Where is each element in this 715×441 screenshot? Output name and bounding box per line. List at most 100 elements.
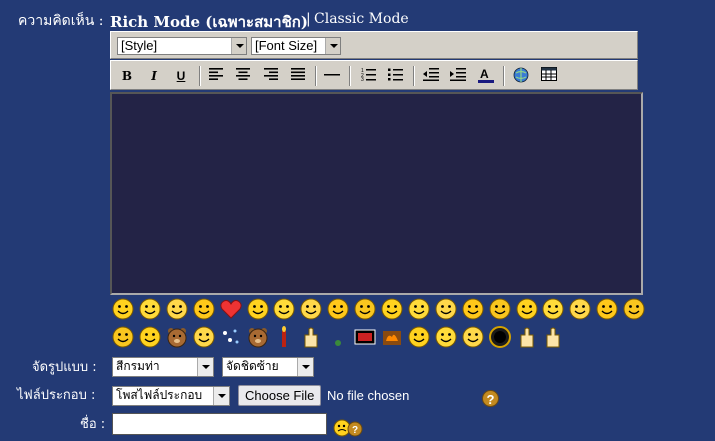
wink-icon[interactable] [326,297,350,321]
insert-table-button[interactable] [539,67,559,85]
dot-icon[interactable] [326,325,350,349]
font-size-select-value: [Font Size] [255,38,318,53]
font-size-select[interactable]: [Font Size] [251,37,341,55]
align-right-button[interactable] [261,67,281,85]
hand-icon[interactable] [299,325,323,349]
mode-separator: | [306,11,311,27]
toolbar-divider [349,66,351,86]
text-color-icon: A [478,67,494,83]
outdent-icon [423,68,439,81]
kiss-icon[interactable] [138,325,162,349]
cool-icon[interactable] [353,297,377,321]
chevron-down-icon [231,38,246,54]
grin-icon[interactable] [272,297,296,321]
globe-link-icon [513,67,529,83]
toolbar-divider [413,66,415,86]
horizontal-rule-icon [324,74,340,76]
toolbar-row-1: [Style] [Font Size] [110,31,638,59]
text-color-button[interactable]: A [476,67,496,85]
insert-link-button[interactable] [511,67,531,85]
tired-icon[interactable] [568,297,592,321]
ring-icon[interactable] [488,325,512,349]
thumbs-icon[interactable] [515,297,539,321]
font-color-select[interactable]: สีกรมท่า [112,357,214,377]
happy-icon[interactable] [299,297,323,321]
sweat-icon[interactable] [541,297,565,321]
sleep-icon[interactable] [488,297,512,321]
heart-icon[interactable] [219,297,243,321]
alignment-select-value: จัดชิดซ้าย [226,359,279,373]
laugh-icon[interactable] [246,297,270,321]
cat-icon[interactable] [595,297,619,321]
ordered-list-icon: 123 [361,68,376,83]
sparkle-icon[interactable] [219,325,243,349]
indent-icon [450,68,466,81]
ordered-list-button[interactable]: 123 [359,67,379,85]
chevron-down-icon [213,387,229,405]
beam-icon[interactable] [380,297,404,321]
tv-icon[interactable] [353,325,377,349]
file-status-text: No file chosen [327,388,410,403]
unordered-list-button[interactable] [386,67,406,85]
lol-icon[interactable] [461,325,485,349]
dance-icon[interactable] [407,297,431,321]
attach-type-select-value: โพสไฟล์ประกอบ [116,388,203,402]
alignment-select[interactable]: จัดชิดซ้าย [222,357,314,377]
choose-file-button[interactable]: Choose File [238,385,322,406]
classic-mode-link[interactable]: Classic Mode [314,11,409,27]
svg-text:A: A [480,67,489,81]
italic-button[interactable]: I [144,67,164,85]
bear-icon[interactable] [165,325,189,349]
silly-icon[interactable] [434,325,458,349]
clown-icon[interactable] [111,325,135,349]
name-label: ชื่อ : [80,417,106,432]
thumbs-up-icon[interactable] [541,325,565,349]
sly-icon[interactable] [622,297,646,321]
chevron-down-icon [197,358,213,376]
confused-icon[interactable] [111,297,135,321]
align-right-icon [264,68,278,80]
candle-icon[interactable] [272,325,296,349]
smile-icon[interactable] [165,297,189,321]
font-color-select-value: สีกรมท่า [116,359,160,373]
style-select-value: [Style] [121,38,158,53]
rich-text-editor[interactable] [110,92,643,295]
justify-button[interactable] [288,67,308,85]
confused-smiley-icon: ? [333,419,363,437]
pig-icon[interactable] [192,325,216,349]
sick-icon[interactable] [192,297,216,321]
attach-type-select[interactable]: โพสไฟล์ประกอบ [112,386,230,406]
clap-icon[interactable] [407,325,431,349]
indent-button[interactable] [448,67,468,85]
chevron-down-icon [297,358,313,376]
style-select[interactable]: [Style] [117,37,247,55]
help-icon[interactable]: ? [482,390,499,407]
smiley-panel [110,295,650,351]
align-left-button[interactable] [206,67,226,85]
format-label: จัดรูปแบบ : [32,360,97,375]
justify-icon [291,68,305,80]
horizontal-rule-button[interactable] [322,67,342,85]
align-left-icon [209,68,223,80]
tongue-icon[interactable] [138,297,162,321]
smiley-help-icon[interactable]: ? [333,419,365,437]
fire-icon[interactable] [380,325,404,349]
shocked-icon[interactable] [434,297,458,321]
bold-button[interactable]: B [117,67,137,85]
chevron-down-icon [325,38,340,54]
comment-label: ความคิดเห็น : [18,13,104,29]
name-input[interactable] [112,413,327,435]
toolbar-divider [503,66,505,86]
teddy-icon[interactable] [246,325,270,349]
cry-icon[interactable] [461,297,485,321]
attach-label: ไฟล์ประกอบ : [17,388,96,403]
underline-button[interactable]: U [171,67,191,85]
svg-text:3: 3 [361,77,364,81]
outdent-button[interactable] [421,67,441,85]
table-icon [541,67,557,81]
align-center-button[interactable] [233,67,253,85]
toolbar-row-2: B I U 123 A [110,60,638,90]
thumbs-down-icon[interactable] [515,325,539,349]
align-center-icon [236,68,250,80]
toolbar-divider [199,66,201,86]
